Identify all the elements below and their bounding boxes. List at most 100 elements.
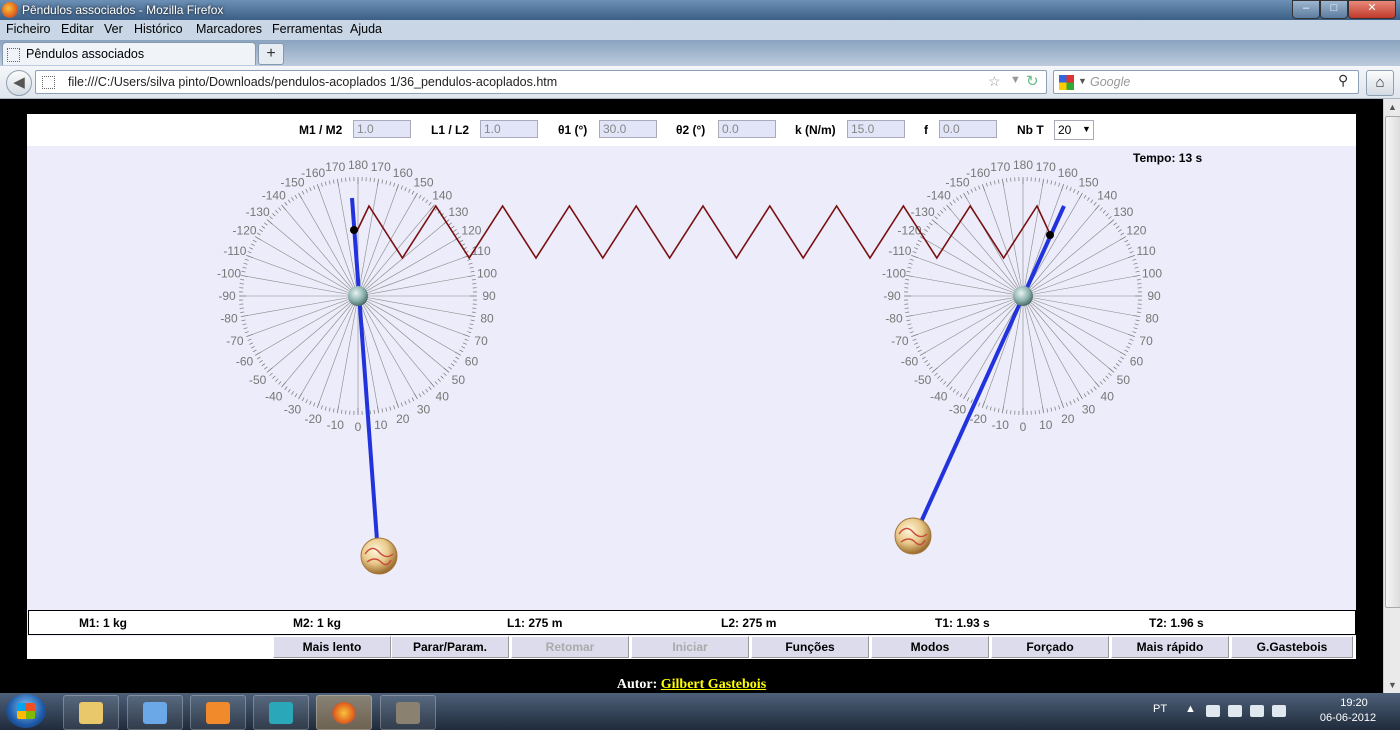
forced-button[interactable]: Forçado <box>991 636 1109 658</box>
tab-pendulos[interactable]: Pêndulos associados <box>2 42 256 65</box>
search-icon[interactable]: ⚲ <box>1338 72 1348 89</box>
dial-tick <box>316 184 321 191</box>
dial-tick <box>468 274 476 277</box>
author-label: Autor: <box>616 677 658 692</box>
taskbar-firefox[interactable] <box>316 695 372 730</box>
author-button[interactable]: G.Gastebois <box>1231 636 1353 658</box>
system-tray: PT ▲ 19:20 06-06-2012 <box>1140 693 1400 730</box>
dial-tick <box>914 342 919 345</box>
menu-ajuda[interactable]: Ajuda <box>350 22 382 36</box>
m1m2-input[interactable]: 1.0 <box>353 120 411 138</box>
url-dropdown-icon[interactable]: ▼ <box>1010 74 1021 86</box>
clock-date: 06-06-2012 <box>1319 712 1377 724</box>
faster-button[interactable]: Mais rápido <box>1111 636 1229 658</box>
new-tab-button[interactable]: + <box>258 43 284 65</box>
dial-label: 80 <box>480 312 494 326</box>
taskbar-media[interactable] <box>190 695 246 730</box>
dial-tick <box>256 356 261 360</box>
scroll-down-icon[interactable]: ▼ <box>1384 677 1400 693</box>
pencil-icon <box>143 702 167 724</box>
bob-right[interactable] <box>894 517 932 555</box>
menu-editar[interactable]: Editar <box>61 22 94 36</box>
dial-tick <box>316 401 321 408</box>
dial-tick <box>966 397 970 402</box>
vertical-scrollbar[interactable]: ▲ ▼ <box>1383 99 1400 693</box>
scrollbar-thumb[interactable] <box>1385 116 1400 608</box>
taskbar-gimp[interactable] <box>380 695 436 730</box>
stop-button[interactable]: Parar/Param. <box>391 636 509 658</box>
dial-tick <box>949 386 953 390</box>
dial-tick <box>940 210 944 214</box>
dial-tick <box>278 381 282 385</box>
bob-left[interactable] <box>360 537 398 575</box>
taskbar-t-app[interactable] <box>253 695 309 730</box>
l1l2-input[interactable]: 1.0 <box>480 120 538 138</box>
dial-tick <box>1127 247 1132 250</box>
firefox-icon <box>332 702 356 724</box>
show-hidden-icons-icon[interactable]: ▲ <box>1185 703 1196 715</box>
dial-label: 70 <box>474 334 488 348</box>
reload-icon[interactable]: ↻ <box>1026 72 1039 90</box>
k-input[interactable]: 15.0 <box>847 120 905 138</box>
dial-tick <box>905 315 913 318</box>
menu-ferramentas[interactable]: Ferramentas <box>272 22 343 36</box>
dial-tick <box>1136 279 1141 281</box>
firefox-logo-icon <box>2 2 18 18</box>
modes-button[interactable]: Modos <box>871 636 989 658</box>
dial-tick <box>905 311 910 313</box>
f-input[interactable]: 0.0 <box>939 120 997 138</box>
taskbar-explorer[interactable] <box>63 695 119 730</box>
menu-ficheiro[interactable]: Ficheiro <box>6 22 50 36</box>
mail-icon[interactable] <box>1206 705 1220 717</box>
dial-tick <box>467 331 472 334</box>
dial-label: -130 <box>911 205 935 219</box>
theta1-input[interactable]: 30.0 <box>599 120 657 138</box>
dial-tick <box>393 405 396 410</box>
dial-tick <box>943 381 947 385</box>
dial-tick <box>336 178 339 186</box>
start-button[interactable]: Iniciar <box>631 636 749 658</box>
dial-tick <box>254 351 262 356</box>
minimize-button[interactable]: – <box>1292 0 1320 19</box>
url-bar[interactable]: file:///C:/Users/silva pinto/Downloads/p… <box>35 70 1047 94</box>
dial-tick <box>324 406 327 411</box>
menu-marcadores[interactable]: Marcadores <box>196 22 262 36</box>
network-icon[interactable] <box>1250 705 1264 717</box>
clipboard-icon[interactable] <box>1228 705 1242 717</box>
theta2-input[interactable]: 0.0 <box>718 120 776 138</box>
dial-tick <box>320 405 323 410</box>
control-buttons: Mais lento Parar/Param. Retomar Iniciar … <box>27 636 1356 659</box>
language-indicator[interactable]: PT <box>1153 703 1167 715</box>
dial-tick <box>400 402 403 407</box>
taskbar-app-2[interactable] <box>127 695 183 730</box>
close-button[interactable]: ✕ <box>1348 0 1396 19</box>
dial-tick <box>301 190 305 195</box>
slower-button[interactable]: Mais lento <box>273 636 391 658</box>
dial-tick <box>1094 381 1100 388</box>
dial-tick <box>244 258 249 261</box>
dial-label: 10 <box>1039 418 1053 432</box>
dial-tick <box>275 210 279 214</box>
resume-button[interactable]: Retomar <box>511 636 629 658</box>
start-button[interactable] <box>6 694 46 728</box>
maximize-button[interactable]: □ <box>1320 0 1348 19</box>
nbt-select[interactable]: 20 ▼ <box>1054 120 1094 140</box>
back-arrow-icon[interactable]: ◀ <box>6 70 32 96</box>
chevron-down-icon: ▼ <box>1082 124 1091 134</box>
bookmark-star-icon[interactable]: ☆ <box>988 73 1001 90</box>
scroll-up-icon[interactable]: ▲ <box>1384 99 1400 115</box>
dial-tick <box>981 184 986 191</box>
dial-tick <box>464 338 469 341</box>
home-icon[interactable]: ⌂ <box>1366 70 1394 96</box>
dial-label: -20 <box>305 412 323 426</box>
search-engine-dropdown-icon[interactable]: ▼ <box>1078 76 1087 86</box>
dial-tick <box>929 366 933 370</box>
menu-historico[interactable]: Histórico <box>134 22 183 36</box>
dial-label: 130 <box>1113 205 1133 219</box>
functions-button[interactable]: Funções <box>751 636 869 658</box>
author-link[interactable]: Gilbert Gastebois <box>661 677 766 692</box>
menu-ver[interactable]: Ver <box>104 22 123 36</box>
search-box[interactable]: ▼ Google ⚲ <box>1053 70 1359 94</box>
volume-icon[interactable] <box>1272 705 1286 717</box>
dial-tick <box>1124 239 1129 243</box>
